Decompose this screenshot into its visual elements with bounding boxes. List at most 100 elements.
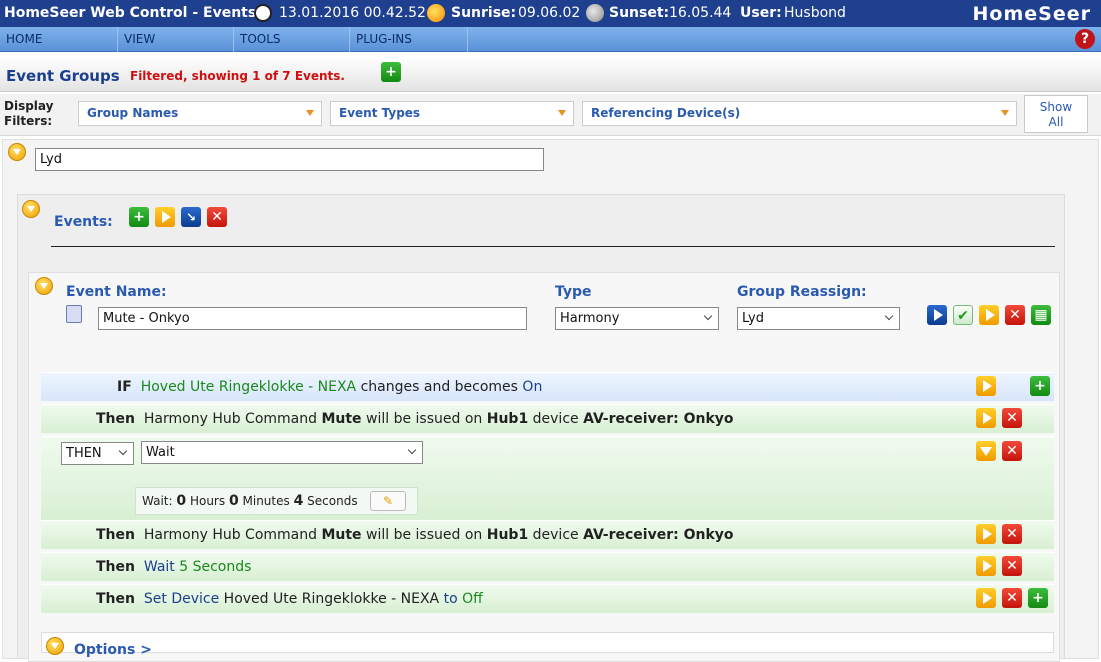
options-link[interactable]: Options > [74,642,152,658]
add-event-button[interactable]: + [129,207,149,227]
play-icon [982,412,992,424]
user-value: Husbond [784,5,846,21]
save-event-button[interactable]: ✔ [953,305,973,325]
group-reassign-label: Group Reassign: [737,284,867,300]
sun-icon [427,4,445,22]
chevron-down-icon [306,110,314,116]
play-icon [982,528,992,540]
filter-status: Filtered, showing 1 of 7 Events. [130,69,345,83]
chevron-down-icon [703,311,713,321]
menu-plugins[interactable]: PLUG-INS [350,27,468,52]
menu-view[interactable]: VIEW [118,27,234,52]
show-all-button[interactable]: Show All [1024,95,1088,133]
add-trigger-button[interactable]: + [1030,376,1050,396]
action-2-delete-button[interactable]: ✕ [1002,441,1022,461]
page-title: Event Groups [6,67,120,85]
action-2-collapse-button[interactable] [976,441,996,461]
app-title: HomeSeer Web Control - Events [4,5,257,21]
sunrise-label: Sunrise: [451,5,517,21]
event-name-label: Event Name: [66,284,167,300]
delete-events-button[interactable]: ✕ [207,207,227,227]
action-5-text: Then Set Device Hoved Ute Ringeklokke - … [96,591,483,607]
action-type-select[interactable]: Wait [141,441,423,464]
action-row-5[interactable]: Then Set Device Hoved Ute Ringeklokke - … [41,584,1054,613]
display-filters-label: Display Filters: [4,99,54,128]
import-events-button[interactable]: ↘ [181,207,201,227]
moon-icon [586,4,604,22]
action-1-text: Then Harmony Hub Command Mute will be is… [96,411,734,427]
action-row-3[interactable]: Then Harmony Hub Command Mute will be is… [41,520,1054,549]
action-row-2: THEN Wait ✕ Wait: 0 Hours 0 Minutes 4 Se… [41,436,1054,520]
chevron-down-icon [1001,110,1009,116]
event-name-input[interactable]: Mute - Onkyo [98,307,527,330]
copy-event-button[interactable]: ▦ [1031,305,1051,325]
event-types-filter[interactable]: Event Types [330,101,574,126]
current-datetime: 13.01.2016 00.42.52 [279,5,426,21]
help-icon[interactable]: ? [1075,29,1095,49]
divider [51,246,1055,247]
edit-wait-button[interactable]: ✎ [370,491,406,511]
group-names-filter[interactable]: Group Names [78,101,322,126]
play-icon [161,211,171,223]
group-name-input[interactable]: Lyd [35,148,544,171]
action-1-delete-button[interactable]: ✕ [1002,408,1022,428]
group-reassign-select[interactable]: Lyd [737,307,900,330]
notes-icon[interactable] [66,305,82,323]
events-label: Events: [54,214,113,230]
wait-duration-text: Wait: 0 Hours 0 Minutes 4 Seconds [142,493,358,509]
homeseer-logo: HomeSeer [972,3,1091,25]
menu-bar: HOME VIEW TOOLS PLUG-INS ? [0,27,1101,52]
add-group-button[interactable]: + [381,62,401,82]
clock-icon [254,4,272,22]
action-4-text: Then Wait 5 Seconds [96,559,252,575]
expand-options-icon[interactable] [46,637,64,655]
menu-tools[interactable]: TOOLS [234,27,350,52]
trigger-expand-button[interactable] [976,376,996,396]
display-filters-bar: Display Filters: Group Names Event Types… [0,94,1101,136]
event-advanced-button[interactable] [927,305,947,325]
play-icon [982,560,992,572]
sunrise-value: 09.06.02 [518,5,581,21]
collapse-group-icon[interactable] [8,143,26,161]
trigger-row[interactable]: IF Hoved Ute Ringeklokke - NEXA changes … [41,372,1054,401]
pencil-icon: ✎ [382,494,394,508]
copy-icon: ▦ [1034,307,1048,323]
action-5-delete-button[interactable]: ✕ [1002,588,1022,608]
run-events-button[interactable] [155,207,175,227]
action-row-4[interactable]: Then Wait 5 Seconds ✕ [41,552,1054,581]
play-icon [982,592,992,604]
wait-duration-box: Wait: 0 Hours 0 Minutes 4 Seconds ✎ [135,487,418,515]
collapse-event-icon[interactable] [35,277,53,295]
referencing-devices-filter[interactable]: Referencing Device(s) [582,101,1017,126]
run-event-button[interactable] [979,305,999,325]
action-3-expand-button[interactable] [976,524,996,544]
delete-event-button[interactable]: ✕ [1005,305,1025,325]
chevron-down-icon [118,446,128,456]
collapse-events-icon[interactable] [22,200,40,218]
play-icon [985,309,995,321]
event-groups-header: Event Groups Filtered, showing 1 of 7 Ev… [0,57,1101,92]
menu-home[interactable]: HOME [0,27,118,52]
action-5-expand-button[interactable] [976,588,996,608]
chevron-down-icon [980,446,992,456]
chevron-right-icon [933,309,943,321]
chevron-down-icon [407,445,417,455]
action-1-expand-button[interactable] [976,408,996,428]
chevron-down-icon [884,311,894,321]
event-type-select[interactable]: Harmony [555,307,719,330]
title-bar: HomeSeer Web Control - Events 13.01.2016… [0,0,1101,27]
check-icon: ✔ [957,308,969,324]
then-select[interactable]: THEN [61,442,134,465]
action-3-text: Then Harmony Hub Command Mute will be is… [96,527,734,543]
action-row-1[interactable]: Then Harmony Hub Command Mute will be is… [41,404,1054,433]
options-bar [41,632,1054,653]
action-4-delete-button[interactable]: ✕ [1002,556,1022,576]
add-action-button[interactable]: + [1028,588,1048,608]
action-4-expand-button[interactable] [976,556,996,576]
trigger-text: IF Hoved Ute Ringeklokke - NEXA changes … [117,379,543,395]
sunset-label: Sunset: [609,5,670,21]
type-label: Type [555,284,592,300]
action-3-delete-button[interactable]: ✕ [1002,524,1022,544]
user-label: User: [740,5,782,21]
sunset-value: 16.05.44 [669,5,732,21]
